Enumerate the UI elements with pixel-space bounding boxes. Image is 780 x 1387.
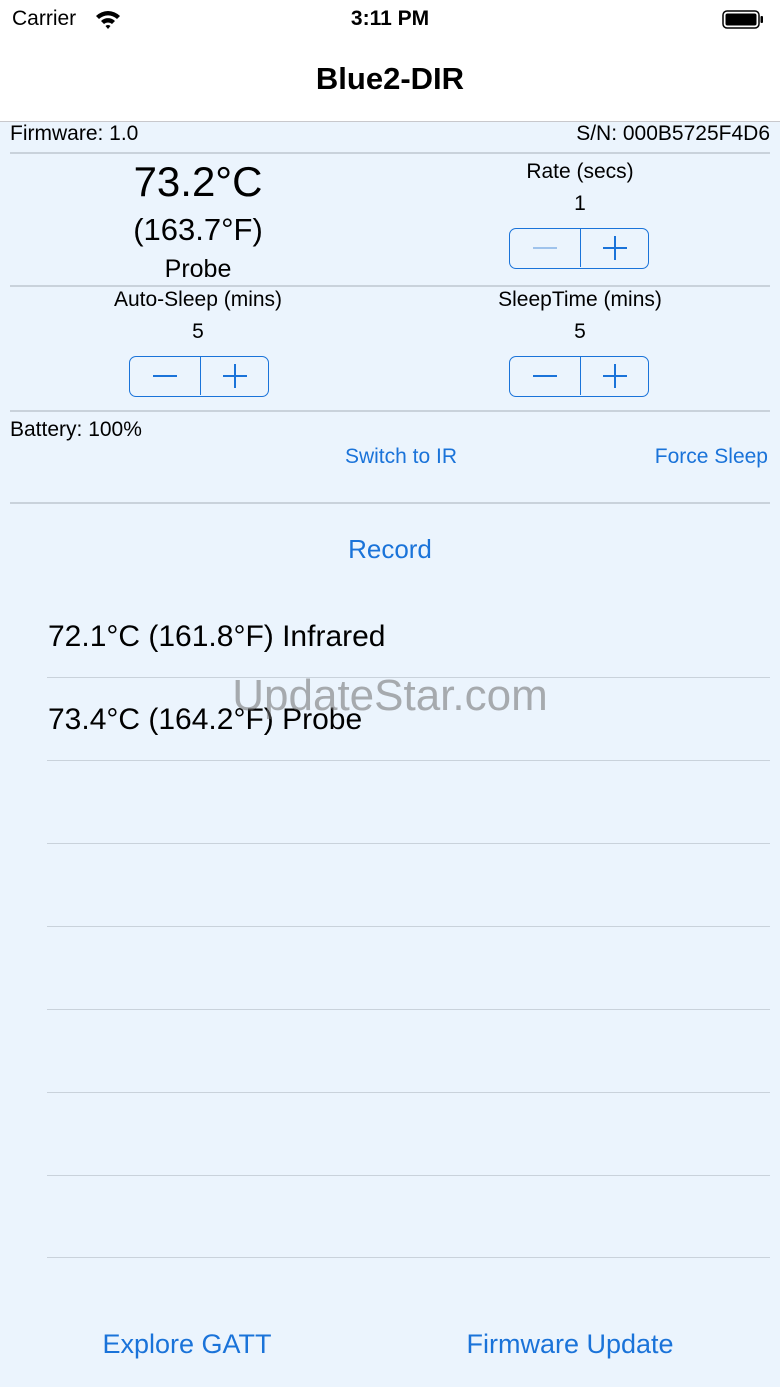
battery-icon (722, 10, 763, 29)
rate-label: Rate (secs) (526, 160, 634, 183)
row-divider (47, 1257, 770, 1258)
firmware-update-button[interactable]: Firmware Update (430, 1329, 710, 1360)
row-divider (47, 926, 770, 927)
switch-to-ir-button[interactable]: Switch to IR (321, 445, 481, 469)
explore-gatt-button[interactable]: Explore GATT (57, 1329, 317, 1360)
row-divider (47, 1175, 770, 1176)
divider (10, 152, 770, 154)
rate-increment-button[interactable] (580, 229, 651, 267)
sleep-time-stepper[interactable] (509, 356, 649, 397)
row-divider (47, 843, 770, 844)
temperature-fahrenheit: (163.7°F) (133, 212, 263, 247)
list-item[interactable]: 72.1°C (161.8°F) Infrared (48, 620, 386, 654)
row-divider (47, 1009, 770, 1010)
clock: 3:11 PM (350, 7, 430, 30)
device-panel: Firmware: 1.0 S/N: 000B5725F4D6 73.2°C (… (0, 122, 780, 1387)
row-divider (47, 760, 770, 761)
sleep-time-label: SleepTime (mins) (498, 288, 662, 311)
firmware-label: Firmware: 1.0 (10, 122, 139, 145)
sleep-time-decrement-button[interactable] (510, 357, 580, 395)
serial-number-label: S/N: 000B5725F4D6 (576, 122, 770, 145)
force-sleep-button[interactable]: Force Sleep (655, 445, 768, 469)
minus-icon (533, 375, 557, 377)
sleep-time-value: 5 (574, 320, 586, 343)
auto-sleep-decrement-button[interactable] (130, 357, 200, 395)
plus-icon (603, 236, 627, 260)
rate-value: 1 (574, 192, 586, 215)
navigation-bar: Blue2-DIR (0, 40, 780, 122)
sensor-label: Probe (164, 255, 232, 283)
page-title: Blue2-DIR (315, 61, 465, 96)
rate-stepper[interactable] (509, 228, 649, 269)
record-button[interactable]: Record (0, 534, 780, 565)
battery-label: Battery: 100% (10, 418, 142, 441)
watermark: UpdateStar.com (232, 671, 548, 720)
auto-sleep-value: 5 (192, 320, 204, 343)
auto-sleep-stepper[interactable] (129, 356, 269, 397)
plus-icon (223, 364, 247, 388)
status-bar: Carrier 3:11 PM (0, 0, 780, 40)
divider (10, 410, 770, 412)
sleep-time-increment-button[interactable] (580, 357, 651, 395)
minus-icon (533, 247, 557, 249)
auto-sleep-increment-button[interactable] (200, 357, 271, 395)
auto-sleep-label: Auto-Sleep (mins) (113, 288, 283, 311)
minus-icon (153, 375, 177, 377)
temperature-celsius: 73.2°C (133, 158, 263, 205)
row-divider (47, 1092, 770, 1093)
rate-decrement-button[interactable] (510, 229, 580, 267)
divider (10, 502, 770, 504)
plus-icon (603, 364, 627, 388)
divider (10, 285, 770, 287)
